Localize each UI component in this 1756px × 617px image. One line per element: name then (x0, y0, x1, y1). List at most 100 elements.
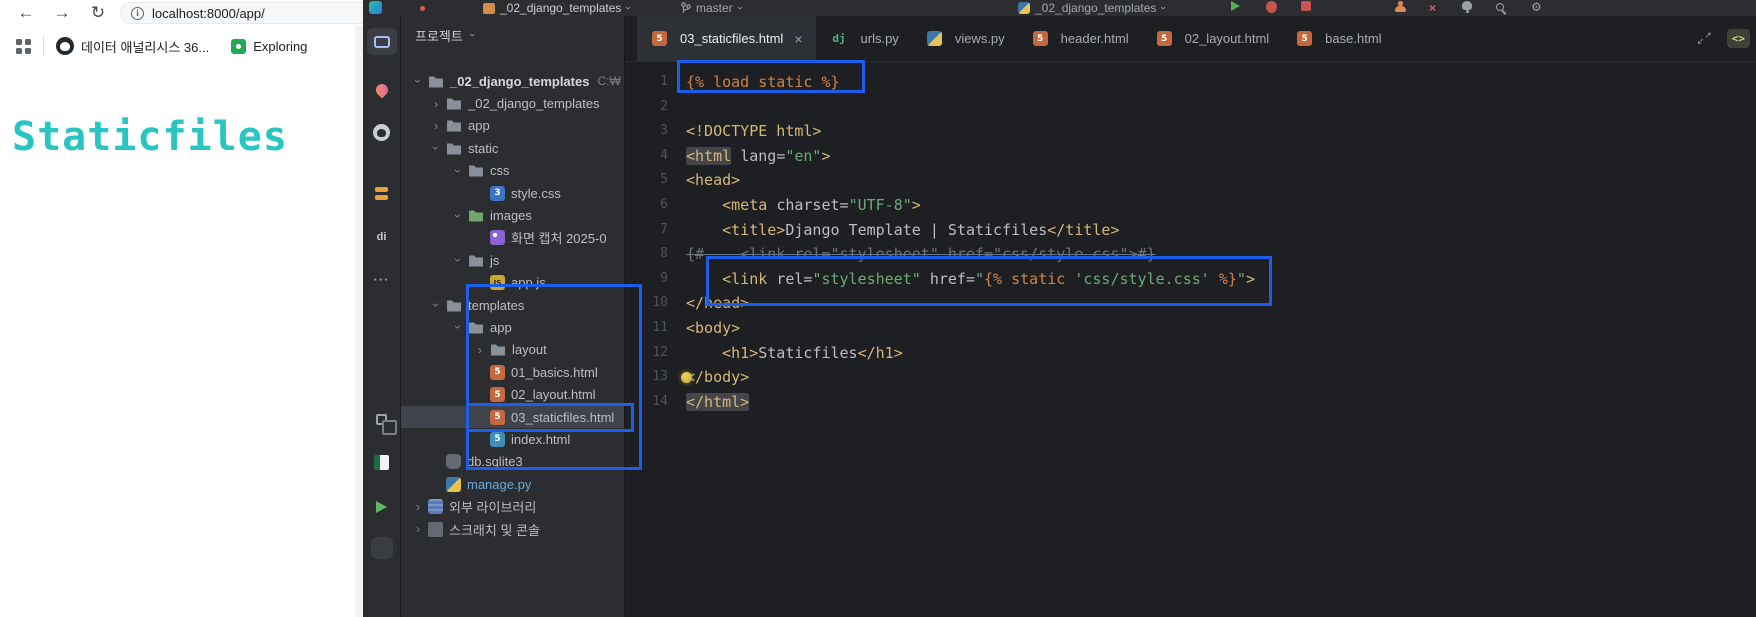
run-tool-icon[interactable] (367, 493, 397, 520)
run-config-widget[interactable]: _02_django_templates › (1018, 1, 1169, 15)
code-line-10[interactable]: 10 </head> (625, 291, 1756, 316)
bookmark-exploring[interactable]: Exploring (231, 38, 307, 54)
code-view-icon[interactable]: <> (1726, 29, 1750, 48)
tree-item-item[interactable]: › 스크래치 및 콘솔 (401, 518, 624, 540)
settings-gear-icon[interactable]: ⚙ (1531, 1, 1542, 13)
ide-logo-icon (369, 1, 382, 14)
tree-item-manage-py[interactable]: manage.py (401, 473, 624, 495)
close-preview-icon[interactable]: × (1429, 1, 1436, 15)
tree-item-03-staticfiles-html[interactable]: 5 03_staticfiles.html (401, 405, 624, 429)
code-line-13[interactable]: 13 </body> (625, 365, 1756, 390)
tree-item-02-layout-html[interactable]: 5 02_layout.html (401, 383, 624, 405)
project-widget[interactable]: _02_django_templates › (483, 1, 634, 15)
tree-item-db-sqlite3[interactable]: db.sqlite3 (401, 451, 624, 473)
tab-02-layout-html[interactable]: 5 02_layout.html (1142, 16, 1283, 61)
sheets-tool-icon[interactable] (367, 449, 397, 476)
bookmark-github[interactable]: 데이터 애널리시스 36... (56, 37, 209, 56)
chevron-open-icon[interactable]: › (451, 208, 465, 224)
git-branch-widget[interactable]: master › (681, 1, 746, 15)
back-icon[interactable]: ← (8, 0, 44, 26)
tab-03-staticfiles-html[interactable]: 5 03_staticfiles.html × (637, 16, 816, 61)
packages-tool-icon[interactable] (367, 76, 397, 103)
profile-icon[interactable] (1395, 1, 1406, 12)
chevron-open-icon[interactable]: › (429, 140, 443, 156)
tree-item-path-hint: C:₩ (597, 74, 621, 89)
project-panel-header[interactable]: 프로젝트 › (401, 16, 624, 54)
code-line-3[interactable]: 3 <!DOCTYPE html> (625, 119, 1756, 144)
tree-item-app-js[interactable]: JS app.js (401, 272, 624, 294)
tree-item-images[interactable]: › images (401, 204, 624, 226)
more-tool-icon[interactable]: ··· (367, 266, 397, 293)
code-line-4[interactable]: 4 <html lang="en"> (625, 144, 1756, 169)
tree-item-static[interactable]: › static (401, 137, 624, 159)
tree-item-02-django-templates[interactable]: › _02_django_templates (401, 92, 624, 114)
code-line-5[interactable]: 5 <head> (625, 168, 1756, 193)
site-info-icon[interactable]: i (131, 6, 144, 20)
tree-item-item[interactable]: › 외부 라이브러리 (401, 495, 624, 517)
code-line-1[interactable]: 1 {% load static %} (625, 70, 1756, 95)
code-line-14[interactable]: 14 </html> (625, 390, 1756, 415)
expand-editor-icon[interactable]: ↗ ↙ (1697, 31, 1712, 46)
address-bar[interactable]: i localhost:8000/app/ (120, 2, 363, 24)
code-line-2[interactable]: 2 (625, 95, 1756, 120)
reload-icon[interactable]: ↻ (80, 0, 116, 26)
close-tab-icon[interactable]: × (794, 32, 802, 46)
chevron-open-icon[interactable]: › (411, 73, 425, 89)
code-line-6[interactable]: 6 <meta charset="UTF-8"> (625, 193, 1756, 218)
project-tool-icon[interactable] (366, 28, 397, 55)
stop-button[interactable] (1301, 1, 1311, 11)
chevron-open-icon[interactable]: › (451, 163, 465, 179)
tab-base-html[interactable]: 5 base.html (1282, 16, 1394, 61)
chevron-closed-icon[interactable]: › (472, 343, 488, 357)
tab-header-html[interactable]: 5 header.html (1018, 16, 1142, 61)
apps-grid-icon[interactable] (16, 38, 31, 54)
database-tool-icon[interactable]: di (367, 223, 397, 250)
tab-label: 02_layout.html (1184, 31, 1270, 46)
scratch-file-icon (428, 521, 443, 537)
terminal-tool-icon[interactable] (367, 534, 397, 561)
code-line-7[interactable]: 7 <title>Django Template | Staticfiles</… (625, 218, 1756, 243)
chevron-open-icon[interactable]: › (451, 252, 465, 268)
chevron-closed-icon[interactable]: › (428, 119, 444, 133)
services-tool-icon[interactable] (367, 406, 397, 435)
tree-item-layout[interactable]: › layout (401, 339, 624, 361)
tree-item-css[interactable]: › css (401, 160, 624, 182)
chevron-closed-icon[interactable]: › (428, 97, 444, 111)
tree-item-js[interactable]: › js (401, 249, 624, 271)
chevron-open-icon[interactable]: › (429, 297, 443, 313)
code-line-11[interactable]: 11 <body> (625, 316, 1756, 341)
commit-tool-icon[interactable] (367, 176, 397, 203)
address-text[interactable]: localhost:8000/app/ (152, 6, 265, 21)
html-file-icon: 5 (1156, 31, 1172, 46)
tree-item-style-css[interactable]: 3 style.css (401, 182, 624, 204)
browser-scrollbar[interactable] (355, 26, 363, 617)
tab-urls-py[interactable]: dj urls.py (816, 16, 912, 61)
run-button[interactable] (1231, 1, 1240, 11)
chevron-closed-icon[interactable]: › (410, 500, 426, 514)
notifications-bell-icon[interactable] (1462, 1, 1472, 13)
tab-views-py[interactable]: views.py (912, 16, 1018, 61)
tree-item-label: 01_basics.html (511, 364, 598, 380)
github-icon (373, 124, 390, 141)
tree-item-app[interactable]: › app (401, 115, 624, 137)
tree-item-02-django-templates[interactable]: › _02_django_templates C:₩ (401, 70, 624, 92)
tree-item-2025-0[interactable]: 화면 캡처 2025-0 (401, 227, 624, 249)
debug-button[interactable] (1266, 1, 1277, 13)
code-editor[interactable]: 1 {% load static %} 2 3 <!DOCTYPE html> 4 <htm… (625, 62, 1756, 617)
code-line-12[interactable]: 12 <h1>Staticfiles</h1> (625, 341, 1756, 366)
chevron-closed-icon[interactable]: › (410, 522, 426, 536)
code-token: <meta (722, 195, 768, 214)
code-line-9[interactable]: 9 <link rel="stylesheet" href="{% static… (625, 267, 1756, 292)
tree-item-app[interactable]: › app (401, 316, 624, 338)
github-tool-icon[interactable] (367, 119, 397, 146)
tree-item-templates[interactable]: › templates (401, 294, 624, 316)
chevron-open-icon[interactable]: › (451, 319, 465, 335)
code-text: <meta charset="UTF-8"> (668, 193, 921, 218)
code-token: <!DOCTYPE html> (686, 122, 822, 141)
forward-icon[interactable]: → (44, 0, 80, 26)
tree-item-01-basics-html[interactable]: 5 01_basics.html (401, 361, 624, 383)
search-icon[interactable] (1496, 3, 1504, 11)
code-line-8[interactable]: 8 {# <link rel="stylesheet" href="css/sty… (625, 242, 1756, 267)
tree-item-index-html[interactable]: 5 index.html (401, 428, 624, 450)
